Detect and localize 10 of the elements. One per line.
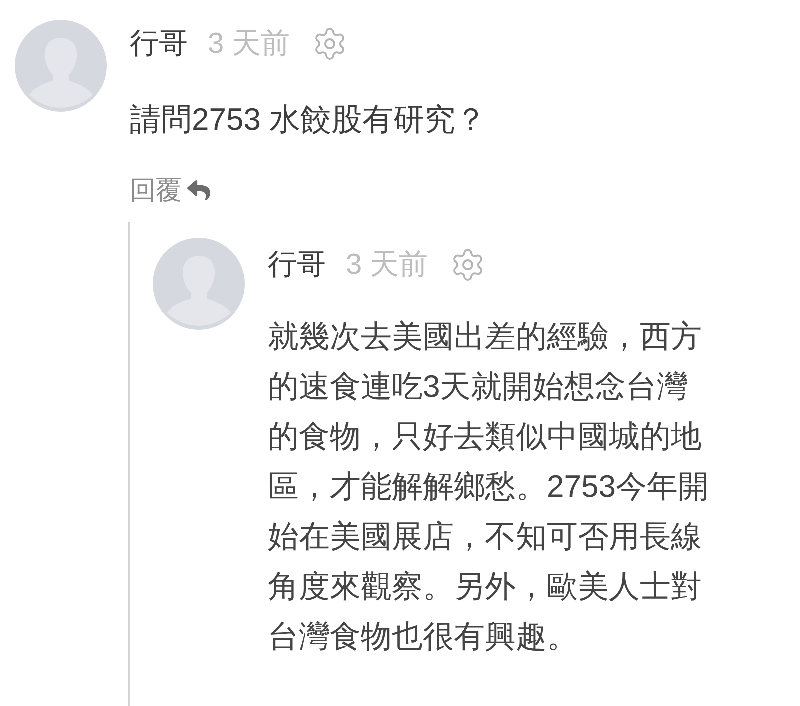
comment-time: 3 天前 (346, 248, 428, 283)
author-name: 行哥 (130, 27, 188, 62)
comment-time: 3 天前 (208, 27, 290, 62)
avatar-silhouette-icon (153, 238, 245, 330)
comment-text: 請問2753 水餃股有研究？ (130, 101, 487, 139)
author-name: 行哥 (268, 248, 326, 283)
avatar-silhouette-icon (15, 20, 107, 112)
reply-button[interactable]: 回覆 (130, 174, 212, 206)
reply-icon (186, 178, 212, 202)
reply-text: 就幾次去美國出差的經驗，西方 的速食連吃3天就開始想念台灣 的食物，只好去類似中國城的地 區，才能解解鄉愁。2753今年開 始在美國展店，不知可否用長線 角度來觀察。另外，歐美人士對 台灣食物也很有興趣。 (268, 318, 709, 656)
